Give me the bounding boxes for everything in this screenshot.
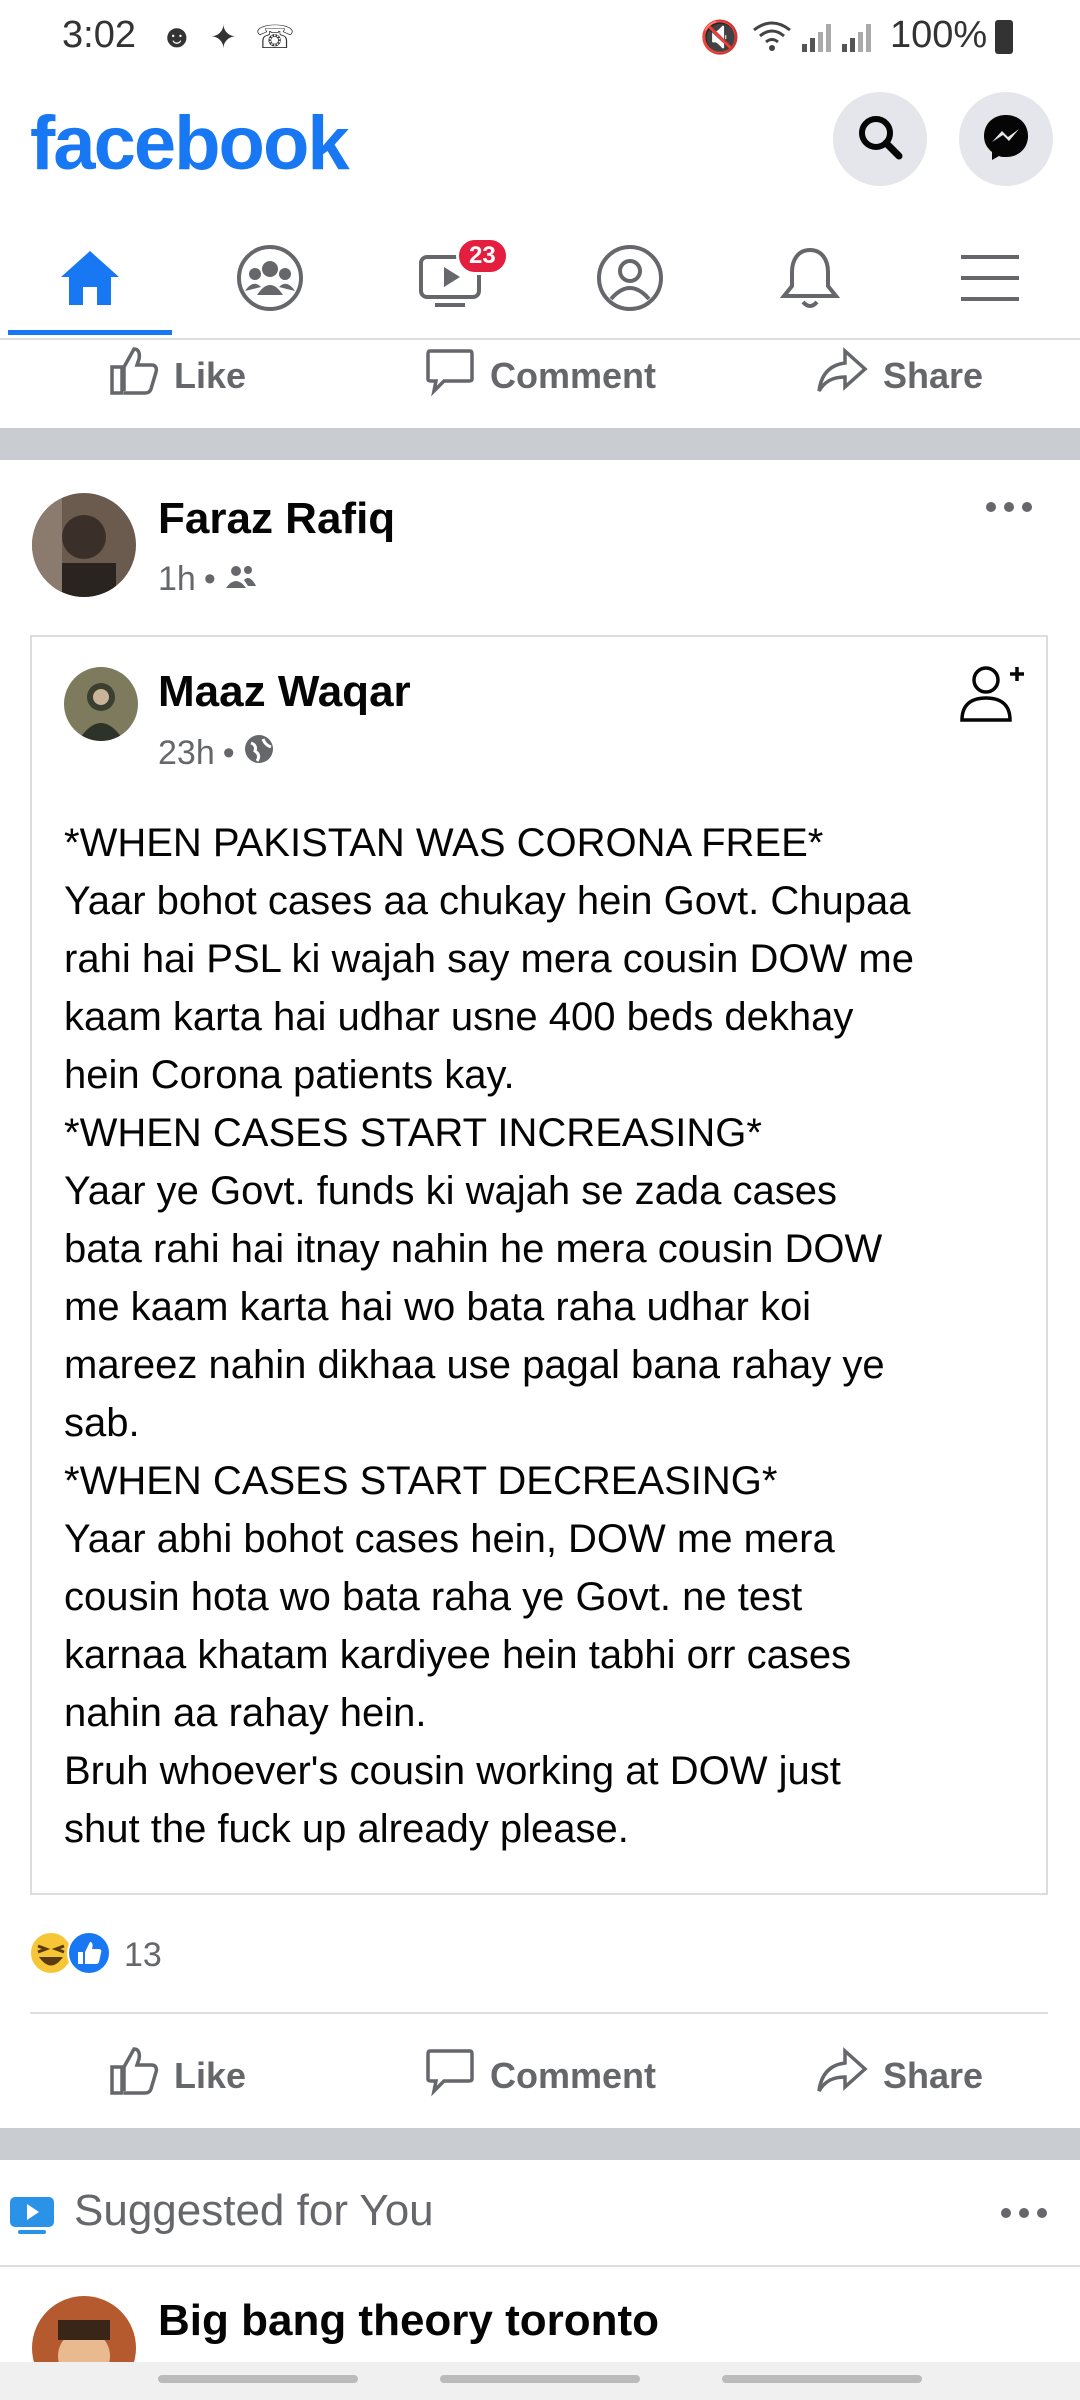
post-text-line: sab. xyxy=(64,1401,140,1445)
post-text-line: mareez nahin dikhaa use pagal bana rahay… xyxy=(64,1343,885,1387)
messenger-button[interactable] xyxy=(959,92,1053,186)
post-text-line: cousin hota wo bata raha ye Govt. ne tes… xyxy=(64,1575,803,1619)
tab-groups[interactable] xyxy=(180,225,360,335)
watch-suggest-icon xyxy=(8,2195,56,2240)
like-icon xyxy=(108,2045,160,2106)
share-button-prev[interactable]: Share xyxy=(815,345,983,406)
post-text-line: Yaar ye Govt. funds ki wajah se zada cas… xyxy=(64,1169,837,1213)
faraz-avatar[interactable] xyxy=(32,493,136,597)
like-button[interactable]: Like xyxy=(108,2045,246,2106)
post-text-line: Bruh whoever's cousin working at DOW jus… xyxy=(64,1749,841,1793)
post-text-line: shut the fuck up already please. xyxy=(64,1807,629,1851)
messenger-icon xyxy=(980,111,1032,168)
more-options-icon[interactable] xyxy=(985,500,1033,519)
post-time[interactable]: 1h xyxy=(158,560,196,599)
battery-icon xyxy=(995,20,1013,54)
activity-icon: ✦ xyxy=(210,19,237,55)
like-reaction-icon xyxy=(66,1930,112,1981)
status-time: 3:02 xyxy=(62,14,136,56)
watch-badge: 23 xyxy=(456,237,509,275)
post-text-line: bata rahi hai itnay nahin he mera cousin… xyxy=(64,1227,883,1271)
friends-icon xyxy=(224,560,258,599)
comment-label: Comment xyxy=(490,2054,657,2096)
post-text-line: Yaar abhi bohot cases hein, DOW me mera xyxy=(64,1517,835,1561)
like-label: Like xyxy=(174,2054,247,2096)
reaction-count: 13 xyxy=(124,1936,162,1974)
comment-icon xyxy=(424,2045,476,2106)
globe-icon xyxy=(243,733,275,774)
battery-level: 100% xyxy=(890,14,988,56)
post-text-line: *WHEN CASES START INCREASING* xyxy=(64,1111,762,1155)
meta-dot: • xyxy=(203,560,216,598)
suggested-title: Suggested for You xyxy=(74,2186,434,2235)
menu-icon xyxy=(959,253,1021,308)
post-text-line: nahin aa rahay hein. xyxy=(64,1691,427,1735)
suggested-divider xyxy=(0,2265,1080,2267)
tab-watch[interactable]: 23 xyxy=(360,225,540,335)
like-icon xyxy=(108,345,160,406)
groups-icon xyxy=(235,243,305,318)
comment-button[interactable]: Comment xyxy=(424,2045,656,2106)
mute-icon: 🔇 xyxy=(700,19,740,55)
nav-divider xyxy=(0,338,1080,340)
share-button[interactable]: Share xyxy=(815,2045,983,2106)
like-button-prev[interactable]: Like xyxy=(108,345,246,406)
profile-icon xyxy=(595,243,665,318)
share-label: Share xyxy=(883,2054,984,2096)
tab-menu[interactable] xyxy=(900,225,1080,335)
add-friend-icon[interactable] xyxy=(958,660,1026,731)
action-divider xyxy=(30,2012,1048,2014)
share-label: Share xyxy=(883,354,984,396)
home-icon xyxy=(57,247,123,314)
post-text-line: kaam karta hai udhar usne 400 beds dekha… xyxy=(64,995,854,1039)
share-icon xyxy=(815,2045,869,2106)
share-icon xyxy=(815,345,869,406)
post-text-line: me kaam karta hai wo bata raha udhar koi xyxy=(64,1285,812,1329)
shared-time[interactable]: 23h xyxy=(158,734,215,773)
post-text-line: hein Corona patients kay. xyxy=(64,1053,515,1097)
suggested-more-icon[interactable] xyxy=(1000,2206,1048,2225)
suggested-page-name[interactable]: Big bang theory toronto xyxy=(158,2296,659,2346)
wifi-icon xyxy=(752,20,792,57)
back-handle[interactable] xyxy=(722,2375,922,2383)
post-text-line: Yaar bohot cases aa chukay hein Govt. Ch… xyxy=(64,879,911,923)
tab-notifications[interactable] xyxy=(720,225,900,335)
shared-author[interactable]: Maaz Waqar xyxy=(158,667,411,717)
signal-icon xyxy=(800,20,880,57)
home-handle[interactable] xyxy=(440,2375,640,2383)
shared-meta: 23h • xyxy=(158,733,275,774)
post-author[interactable]: Faraz Rafiq xyxy=(158,494,395,544)
recents-handle[interactable] xyxy=(158,2375,358,2383)
status-bar: 3:02 ☻ ✦ ☏ 🔇 100% xyxy=(0,0,1080,80)
comment-button-prev[interactable]: Comment xyxy=(424,345,656,406)
facebook-logo[interactable]: facebook xyxy=(30,100,350,187)
reactions-summary[interactable]: 13 xyxy=(28,1930,162,1981)
maaz-avatar[interactable] xyxy=(64,667,138,741)
post-separator xyxy=(0,428,1080,460)
comment-icon xyxy=(424,345,476,406)
tab-profile[interactable] xyxy=(540,225,720,335)
notification-icon: ☻ xyxy=(160,18,194,54)
active-tab-indicator xyxy=(8,330,172,335)
post-separator xyxy=(0,2128,1080,2160)
comment-label: Comment xyxy=(490,354,657,396)
post-text-line: rahi hai PSL ki wajah say mera cousin DO… xyxy=(64,937,914,981)
search-button[interactable] xyxy=(833,92,927,186)
tab-home[interactable] xyxy=(0,225,180,335)
post-meta: 1h • xyxy=(158,560,258,599)
search-icon xyxy=(855,112,905,167)
bell-icon xyxy=(778,244,842,317)
like-label: Like xyxy=(174,354,247,396)
whatsapp-icon: ☏ xyxy=(255,19,296,55)
post-text-line: *WHEN PAKISTAN WAS CORONA FREE* xyxy=(64,821,824,865)
meta-dot: • xyxy=(222,734,235,772)
post-text-line: karnaa khatam kardiyee hein tabhi orr ca… xyxy=(64,1633,852,1677)
post-text-line: *WHEN CASES START DECREASING* xyxy=(64,1459,778,1503)
